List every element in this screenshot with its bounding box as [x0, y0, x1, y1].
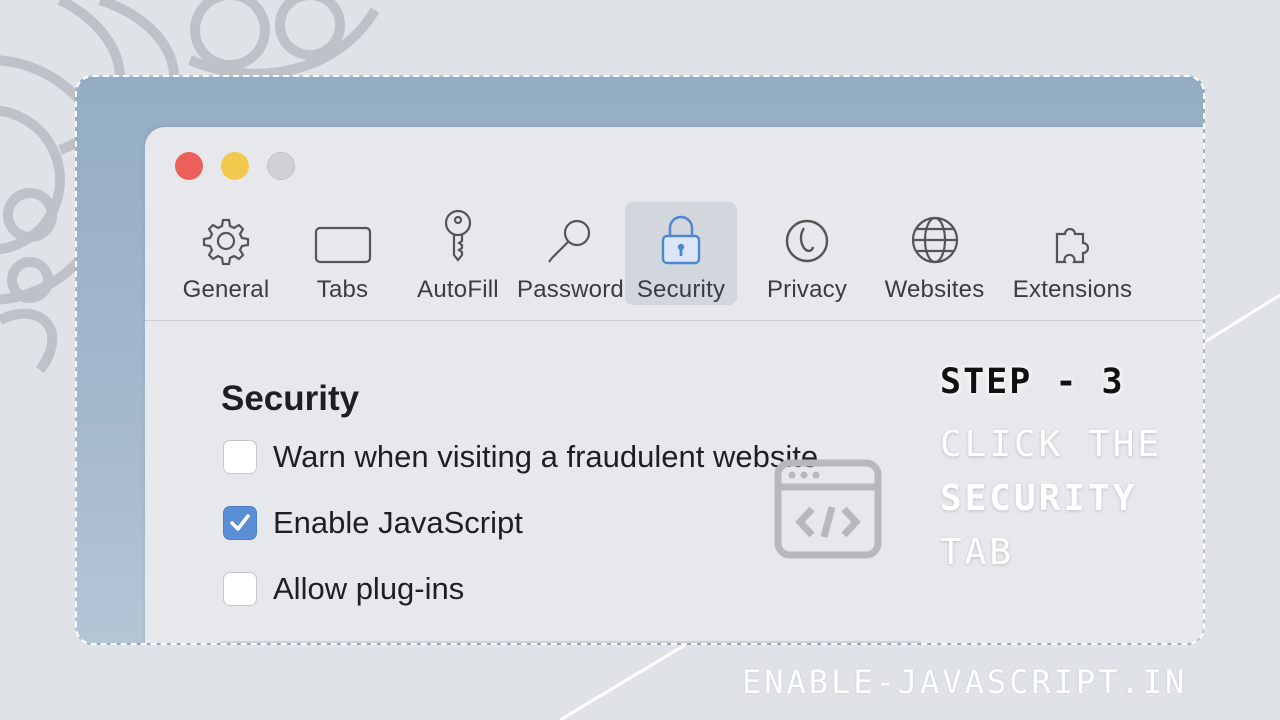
tab-autofill[interactable]: AutoFill [403, 202, 513, 305]
tab-privacy[interactable]: Privacy [757, 202, 857, 305]
checkmark-icon [230, 514, 250, 531]
footer-site-name: ENABLE-JAVASCRIPT.IN [742, 663, 1188, 701]
tab-tabs-label: Tabs [316, 276, 369, 303]
enable-javascript-checkbox[interactable] [223, 506, 257, 540]
lock-icon [661, 215, 701, 265]
tab-websites[interactable]: Websites [877, 202, 992, 305]
step-instruction-line2: SECURITY [940, 478, 1138, 519]
gear-icon [202, 218, 250, 266]
code-window-icon [774, 459, 882, 559]
screenshot-frame: General Tabs AutoFill Passwords Security… [75, 75, 1205, 645]
globe-icon [911, 216, 958, 264]
tab-security-label: Security [636, 276, 726, 303]
option-allow-plugins[interactable]: Allow plug-ins [223, 571, 464, 607]
fraud-warning-label: Warn when visiting a fraudulent website [273, 439, 819, 474]
diagonal-line-bottom [560, 643, 686, 720]
diagonal-line-right [1200, 293, 1280, 347]
allow-plugins-checkbox[interactable] [223, 572, 257, 606]
divider [221, 641, 921, 643]
hand-icon [785, 219, 829, 263]
tab-general-label: General [182, 276, 270, 303]
enable-javascript-label: Enable JavaScript [273, 505, 523, 540]
preferences-toolbar: General Tabs AutoFill Passwords Security… [145, 127, 1203, 321]
step-instruction-line3: TAB [940, 532, 1015, 573]
step-title: STEP - 3 [940, 362, 1125, 402]
allow-plugins-label: Allow plug-ins [273, 571, 465, 606]
tab-window-icon [314, 226, 371, 264]
autofill-pen-icon [444, 209, 472, 262]
fraud-warning-checkbox[interactable] [223, 440, 257, 474]
step-instruction-line1: CLICK THE [940, 424, 1163, 465]
tab-extensions-label: Extensions [1012, 276, 1133, 303]
tab-privacy-label: Privacy [766, 276, 848, 303]
tab-passwords[interactable]: Passwords [515, 202, 627, 305]
tab-general[interactable]: General [171, 202, 281, 305]
tab-websites-label: Websites [884, 276, 985, 303]
tab-passwords-label: Passwords [517, 276, 627, 303]
key-icon [548, 219, 591, 263]
tab-extensions[interactable]: Extensions [1005, 202, 1140, 305]
puzzle-icon [1055, 227, 1089, 264]
section-title: Security [221, 379, 360, 418]
option-fraudulent-warning[interactable]: Warn when visiting a fraudulent website [223, 439, 818, 475]
tab-tabs[interactable]: Tabs [295, 202, 390, 305]
tab-autofill-label: AutoFill [417, 276, 499, 303]
tab-security[interactable]: Security [625, 202, 737, 305]
option-enable-javascript[interactable]: Enable JavaScript [223, 505, 523, 541]
